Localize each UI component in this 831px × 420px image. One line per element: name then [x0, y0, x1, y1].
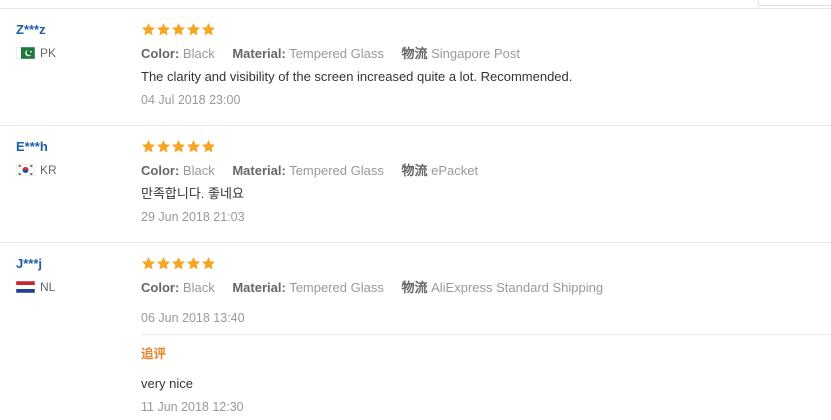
netherlands-flag-icon — [16, 281, 35, 293]
star-icon — [156, 22, 171, 37]
shipping-label: 物流 — [401, 46, 428, 61]
review-item: Z***z PK Color: Black Material: Tempered… — [0, 9, 831, 126]
buyer-name[interactable]: Z***z — [16, 22, 126, 38]
additional-feedback-text: very nice — [141, 376, 194, 391]
material-value: Tempered Glass — [289, 280, 384, 295]
star-icon — [171, 256, 186, 271]
color-label: Color: — [141, 163, 180, 178]
buyer-country: PK — [16, 46, 126, 60]
color-value: Black — [182, 163, 215, 178]
review-detail: Color: Black Material: Tempered Glass 物流… — [141, 139, 821, 225]
star-icon — [141, 22, 156, 37]
shipping-value: ePacket — [431, 163, 479, 178]
buyer-info: Z***z PK — [16, 22, 126, 60]
color-value: Black — [182, 280, 215, 295]
star-icon — [186, 139, 201, 154]
material-label: Material: — [232, 280, 286, 295]
material-value: Tempered Glass — [289, 163, 384, 178]
buyer-info: E***h KR — [16, 139, 126, 177]
shipping-value: Singapore Post — [431, 46, 521, 61]
additional-feedback: 追评 very nice 11 Jun 2018 12:30 — [141, 346, 821, 415]
pakistan-flag-icon — [16, 47, 35, 59]
star-icon — [141, 139, 156, 154]
shipping-label: 物流 — [401, 280, 428, 295]
star-rating — [141, 256, 821, 272]
review-date: 04 Jul 2018 23:00 — [141, 93, 241, 107]
star-icon — [186, 22, 201, 37]
country-code: PK — [40, 46, 57, 60]
star-icon — [186, 256, 201, 271]
star-rating — [141, 139, 821, 155]
south-korea-flag-icon — [16, 164, 35, 176]
review-date: 06 Jun 2018 13:40 — [141, 311, 245, 325]
star-rating — [141, 22, 821, 38]
color-label: Color: — [141, 280, 180, 295]
buyer-name[interactable]: J***j — [16, 256, 126, 272]
review-text: The clarity and visibility of the screen… — [141, 69, 573, 84]
review-text: 만족합니다. 좋네요 — [141, 186, 244, 201]
review-detail: Color: Black Material: Tempered Glass 物流… — [141, 22, 821, 108]
star-icon — [201, 256, 216, 271]
country-code: KR — [40, 163, 57, 177]
shipping-value: AliExpress Standard Shipping — [431, 280, 604, 295]
star-icon — [141, 256, 156, 271]
material-label: Material: — [232, 46, 286, 61]
review-item: J***j NL Color: Black Material: Tempered… — [0, 243, 831, 420]
buyer-country: NL — [16, 280, 126, 294]
order-attributes: Color: Black Material: Tempered Glass 物流… — [141, 280, 821, 296]
additional-feedback-divider — [141, 334, 831, 335]
order-attributes: Color: Black Material: Tempered Glass 物流… — [141, 46, 821, 62]
material-label: Material: — [232, 163, 286, 178]
star-icon — [171, 139, 186, 154]
review-item: E***h KR Color: Black Material: Tempered… — [0, 126, 831, 243]
star-icon — [201, 22, 216, 37]
star-icon — [171, 22, 186, 37]
additional-feedback-date: 11 Jun 2018 12:30 — [141, 400, 244, 414]
buyer-info: J***j NL — [16, 256, 126, 294]
review-date: 29 Jun 2018 21:03 — [141, 210, 245, 224]
country-code: NL — [40, 280, 56, 294]
material-value: Tempered Glass — [289, 46, 384, 61]
color-value: Black — [182, 46, 215, 61]
top-right-box — [758, 0, 831, 6]
review-detail: Color: Black Material: Tempered Glass 物流… — [141, 256, 821, 326]
order-attributes: Color: Black Material: Tempered Glass 物流… — [141, 163, 821, 179]
color-label: Color: — [141, 46, 180, 61]
buyer-name[interactable]: E***h — [16, 139, 126, 155]
star-icon — [156, 139, 171, 154]
star-icon — [201, 139, 216, 154]
buyer-country: KR — [16, 163, 126, 177]
additional-feedback-label: 追评 — [141, 347, 167, 361]
shipping-label: 物流 — [401, 163, 428, 178]
star-icon — [156, 256, 171, 271]
